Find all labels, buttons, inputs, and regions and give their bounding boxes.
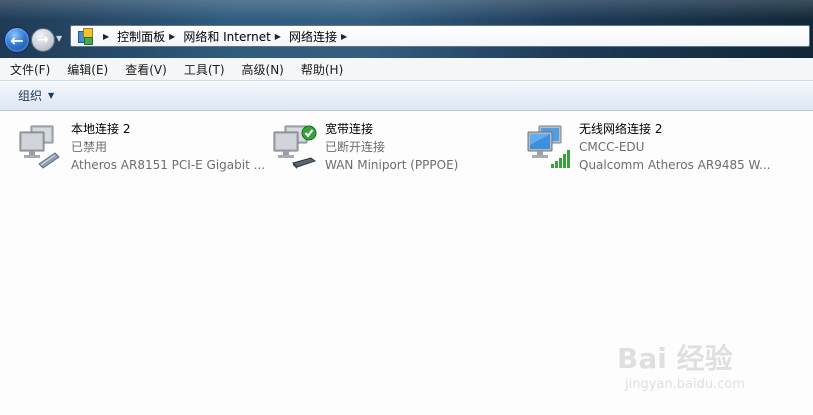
connection-device: Atheros AR8151 PCI-E Gigabit ... bbox=[71, 158, 266, 172]
organize-label: 组织 bbox=[18, 89, 43, 103]
menu-advanced[interactable]: 高级(N) bbox=[232, 61, 291, 78]
broadband-connection-icon bbox=[273, 125, 317, 169]
forward-arrow-icon: → bbox=[37, 32, 49, 48]
breadcrumb-network-connections[interactable]: 网络连接 bbox=[289, 28, 337, 45]
command-bar: 组织 ▼ bbox=[0, 81, 813, 111]
ethernet-adapter-icon bbox=[19, 125, 60, 169]
menu-edit[interactable]: 编辑(E) bbox=[57, 61, 115, 78]
back-button[interactable]: ← bbox=[4, 27, 30, 53]
connection-status: CMCC-EDU bbox=[579, 140, 645, 154]
connection-device: Qualcomm Atheros AR9485 W... bbox=[579, 158, 771, 172]
watermark: Bai 经验 jingyan.baidu.com bbox=[617, 337, 777, 399]
menu-file[interactable]: 文件(F) bbox=[0, 61, 57, 78]
connection-item[interactable]: 无线网络连接 2 CMCC-EDU Qualcomm Atheros AR948… bbox=[525, 120, 775, 176]
connection-name: 本地连接 2 bbox=[71, 122, 131, 136]
back-arrow-icon: ← bbox=[10, 30, 24, 50]
breadcrumb-network-internet[interactable]: 网络和 Internet bbox=[183, 28, 270, 45]
breadcrumb-control-panel[interactable]: 控制面板 bbox=[117, 28, 165, 45]
organize-button[interactable]: 组织 ▼ bbox=[18, 87, 54, 104]
connection-status: 已禁用 bbox=[71, 140, 108, 154]
address-bar[interactable]: ▶ 控制面板 ▶ 网络和 Internet ▶ 网络连接 ▶ bbox=[70, 25, 810, 47]
connection-name: 宽带连接 bbox=[325, 122, 374, 136]
control-panel-icon bbox=[77, 28, 93, 45]
connection-item[interactable]: 宽带连接 已断开连接 WAN Miniport (PPPOE) bbox=[271, 120, 521, 176]
menu-tools[interactable]: 工具(T) bbox=[174, 61, 232, 78]
connections-pane: 本地连接 2 已禁用 Atheros AR8151 PCI-E Gigabit … bbox=[0, 111, 813, 415]
menu-view[interactable]: 查看(V) bbox=[115, 61, 174, 78]
watermark-logo: Bai 经验 bbox=[617, 342, 733, 375]
breadcrumb-separator[interactable]: ▶ bbox=[341, 32, 347, 41]
connection-device: WAN Miniport (PPPOE) bbox=[325, 158, 459, 172]
connection-item[interactable]: 本地连接 2 已禁用 Atheros AR8151 PCI-E Gigabit … bbox=[17, 120, 267, 176]
window-titlebar: ← → ▼ ▶ 控制面板 ▶ 网络和 Internet ▶ 网络连接 ▶ bbox=[0, 0, 813, 58]
menu-bar: 文件(F) 编辑(E) 查看(V) 工具(T) 高级(N) 帮助(H) bbox=[0, 58, 813, 81]
menu-help[interactable]: 帮助(H) bbox=[291, 61, 350, 78]
wireless-adapter-icon bbox=[527, 125, 570, 168]
connection-status: 已断开连接 bbox=[325, 140, 386, 154]
breadcrumb-separator[interactable]: ▶ bbox=[275, 32, 281, 41]
breadcrumb-separator[interactable]: ▶ bbox=[103, 32, 109, 41]
connection-name: 无线网络连接 2 bbox=[579, 122, 663, 136]
forward-button[interactable]: → bbox=[31, 28, 55, 52]
watermark-url: jingyan.baidu.com bbox=[625, 377, 745, 392]
chevron-down-icon: ▼ bbox=[48, 91, 55, 100]
breadcrumb-separator[interactable]: ▶ bbox=[169, 32, 175, 41]
recent-pages-dropdown[interactable]: ▼ bbox=[56, 34, 66, 44]
